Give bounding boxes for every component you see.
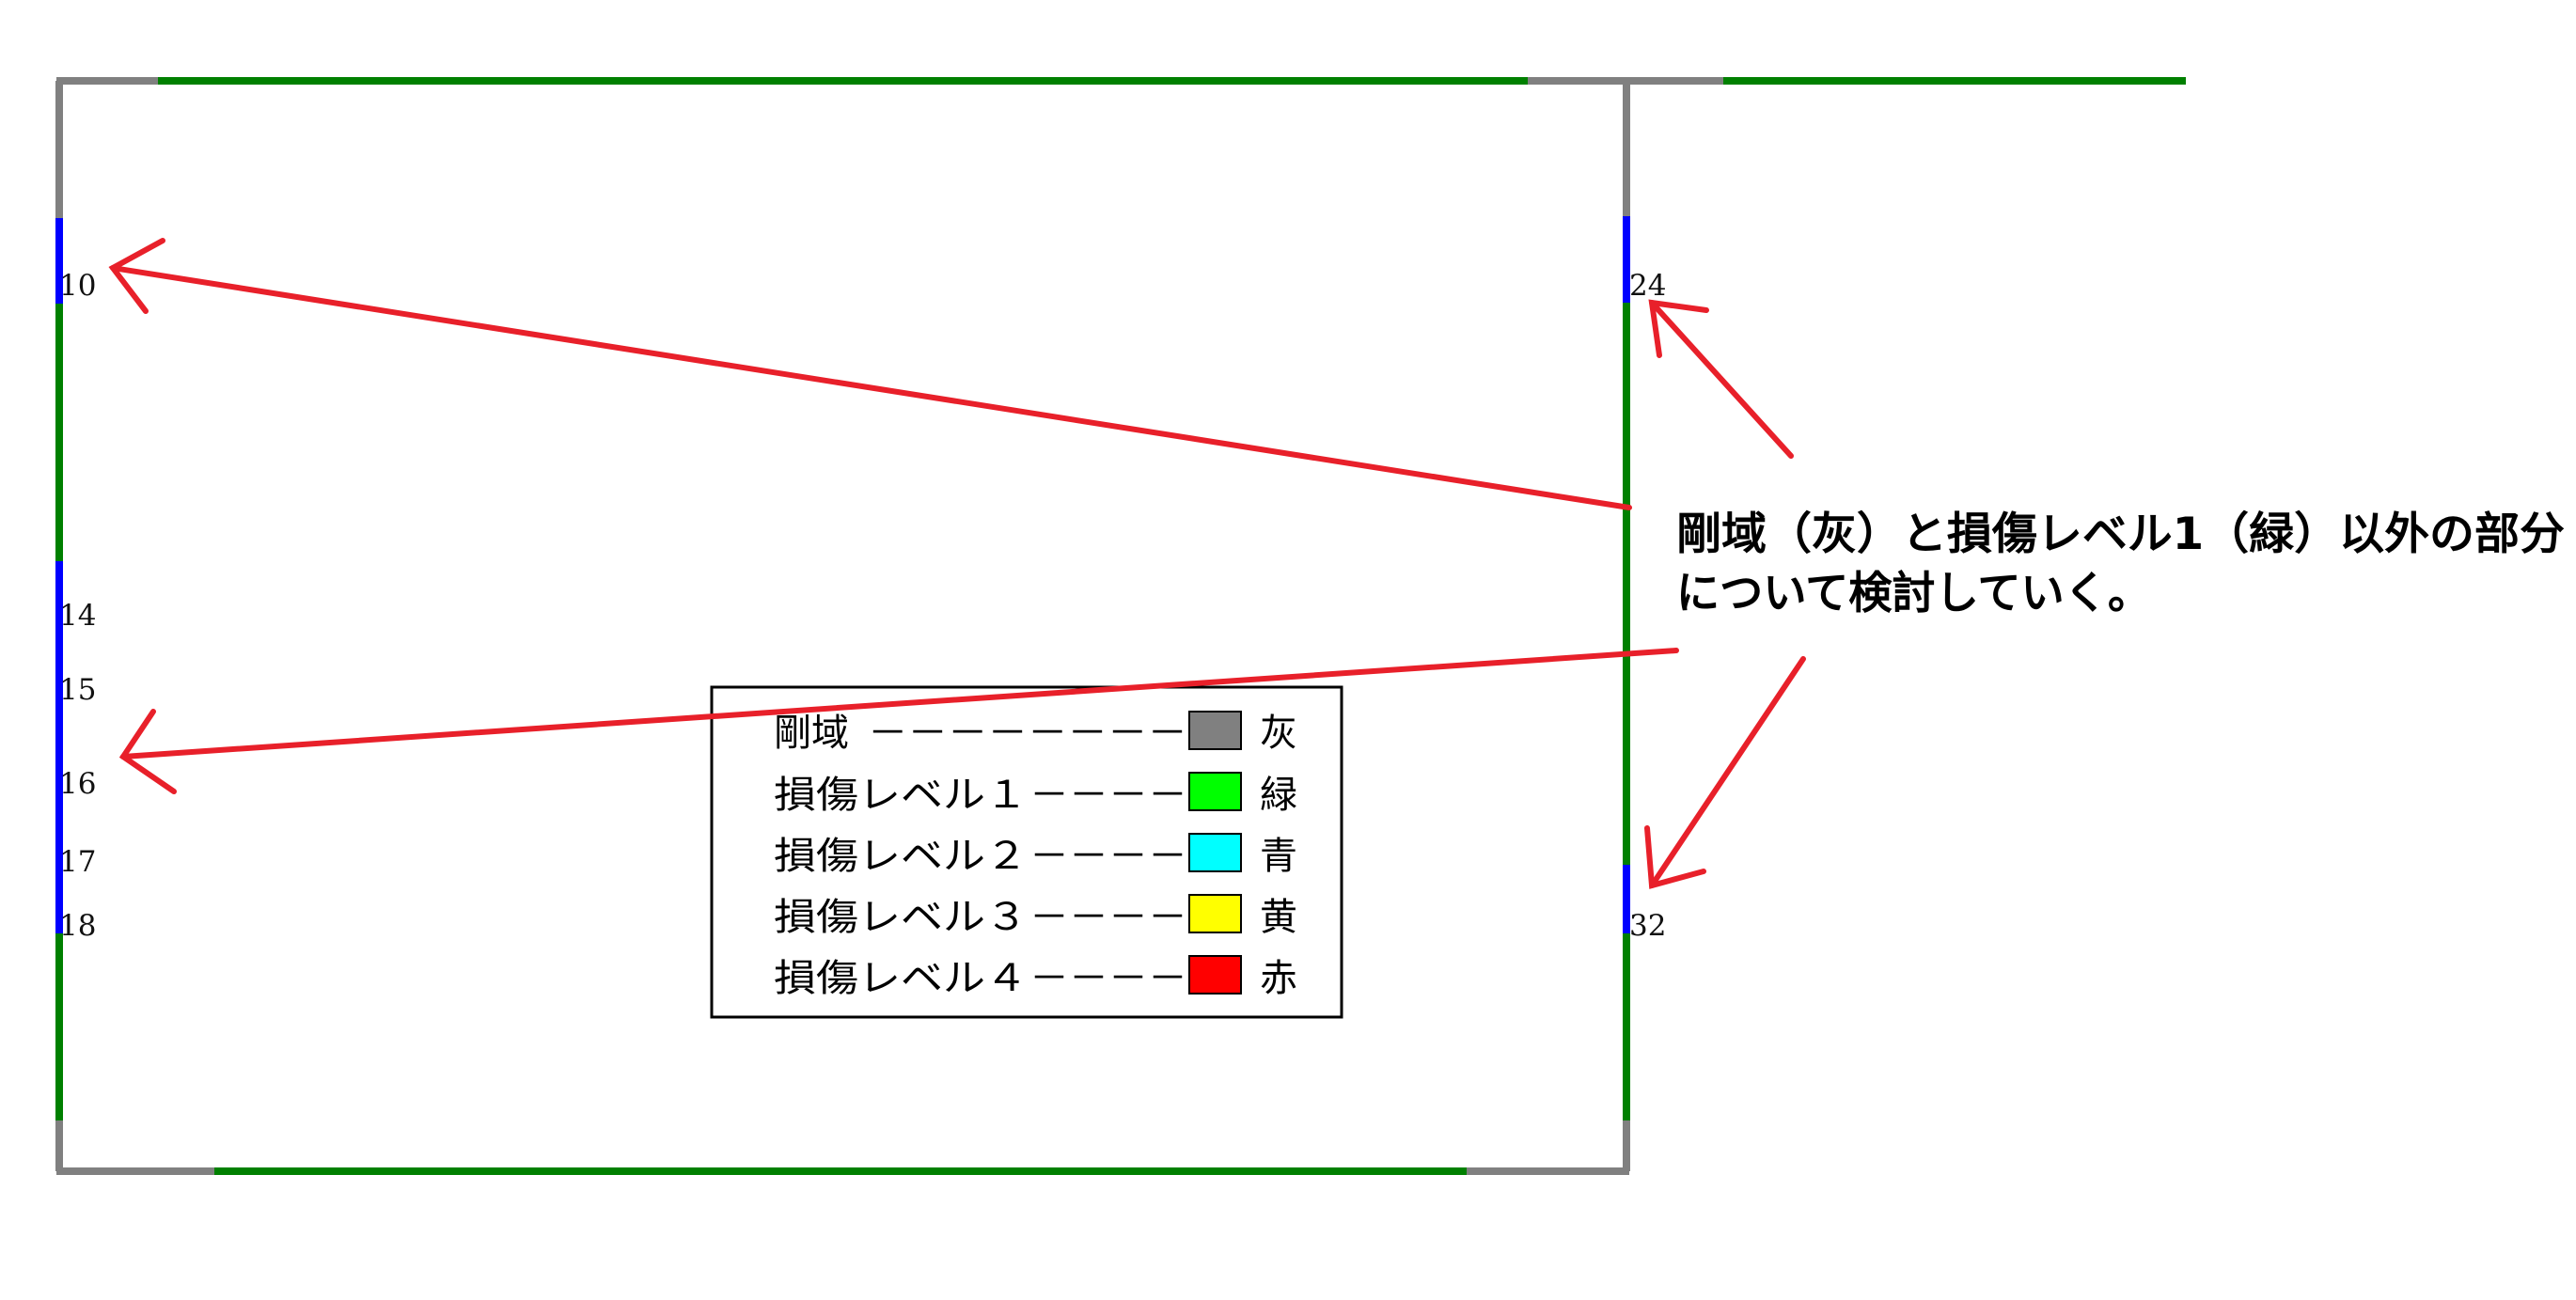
legend-swatch-yellow <box>1188 894 1242 933</box>
legend-item-damage-level-3: 損傷レベル３ －－－－ 黄 <box>774 894 1297 939</box>
node-label-17: 17 <box>59 845 96 879</box>
legend-color-name: 灰 <box>1260 712 1297 755</box>
legend-item-damage-level-1: 損傷レベル１ －－－－ 緑 <box>774 772 1297 817</box>
legend-label: 剛域 <box>774 712 849 755</box>
node-label-10: 10 <box>59 269 96 303</box>
legend-dashes: －－－－－－－－ <box>868 712 1187 755</box>
legend-label: 損傷レベル４ <box>774 957 1028 1000</box>
node-label-15: 15 <box>59 673 96 707</box>
annotation: 剛域（灰）と損傷レベル1（緑）以外の部分 について検討していく。 <box>1676 509 2565 619</box>
legend-color-name: 黄 <box>1260 896 1297 939</box>
legend-swatch-cyan <box>1188 833 1242 872</box>
frame-damage-diagram: 10 14 15 16 17 18 24 32 剛域 －－－－－－－－ 灰 損傷… <box>55 77 2565 1175</box>
legend-swatch-gray <box>1188 711 1242 750</box>
arrow-to-node-10 <box>110 265 1632 510</box>
arrow-to-node-24 <box>1649 300 1794 459</box>
node-label-18: 18 <box>59 909 96 943</box>
legend-item-damage-level-2: 損傷レベル２ －－－－ 青 <box>774 833 1297 878</box>
legend-dashes: －－－－ <box>1029 774 1187 817</box>
node-label-32: 32 <box>1629 909 1666 943</box>
legend-dashes: －－－－ <box>1029 896 1187 939</box>
legend-label: 損傷レベル３ <box>774 896 1028 939</box>
legend: 剛域 －－－－－－－－ 灰 損傷レベル１ －－－－ 緑 損傷レベル２ －－－－ … <box>710 685 1343 1019</box>
node-label-16: 16 <box>59 767 96 801</box>
legend-color-name: 緑 <box>1260 774 1297 817</box>
annotation-line-1: 剛域（灰）と損傷レベル1（緑）以外の部分 <box>1676 509 2565 560</box>
legend-color-name: 青 <box>1260 835 1297 878</box>
annotation-line-2: について検討していく。 <box>1676 568 2151 619</box>
legend-swatch-red <box>1188 955 1242 995</box>
node-label-24: 24 <box>1629 269 1666 303</box>
arrow-to-node-32 <box>1649 656 1806 888</box>
legend-dashes: －－－－ <box>1029 957 1187 1000</box>
node-label-14: 14 <box>59 599 96 633</box>
legend-item-damage-level-4: 損傷レベル４ －－－－ 赤 <box>774 955 1297 1000</box>
legend-dashes: －－－－ <box>1029 835 1187 878</box>
legend-label: 損傷レベル１ <box>774 774 1028 817</box>
legend-label: 損傷レベル２ <box>774 835 1028 878</box>
legend-swatch-green <box>1188 772 1242 811</box>
legend-color-name: 赤 <box>1260 957 1297 1000</box>
